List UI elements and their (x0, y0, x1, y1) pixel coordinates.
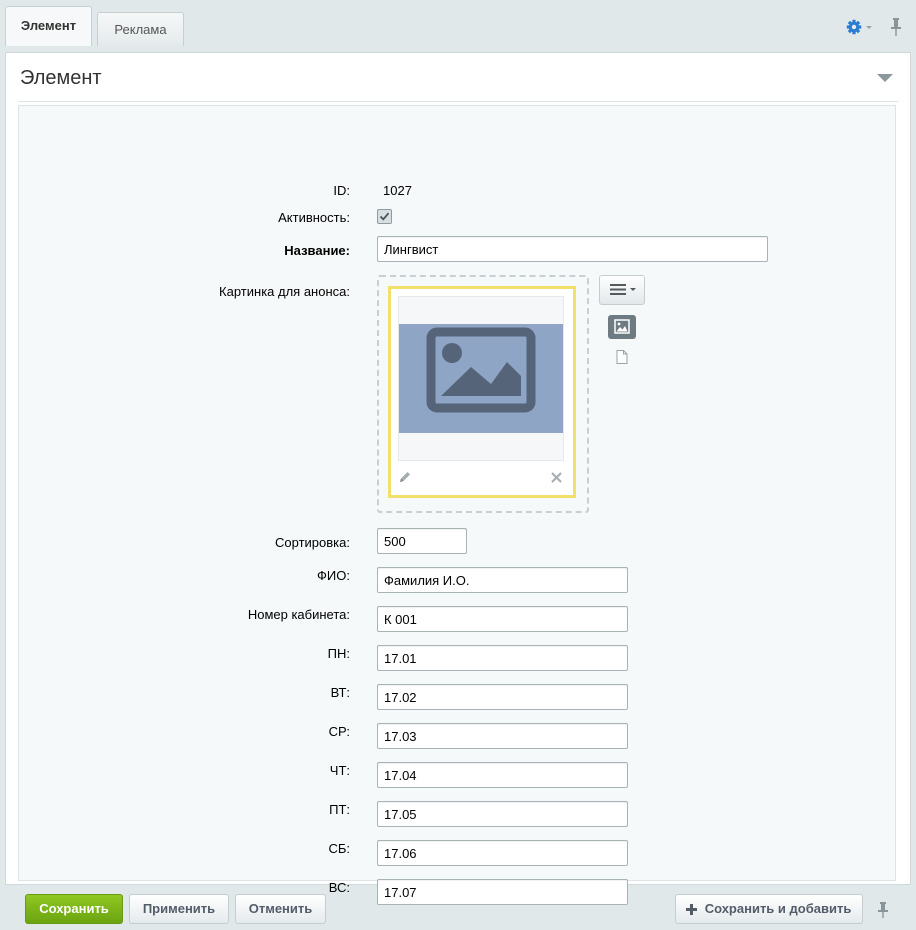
day-input-sat[interactable] (377, 840, 628, 866)
active-checkbox[interactable] (377, 209, 392, 224)
file-icon[interactable] (616, 350, 628, 364)
preview-picture-label: Картинка для анонса: (219, 284, 350, 299)
save-button[interactable]: Сохранить (25, 894, 123, 924)
day-input-tue[interactable] (377, 684, 628, 710)
divider (18, 101, 898, 102)
triangle-down-icon[interactable] (876, 72, 894, 84)
element-panel: Элемент ID: 1027 Активность: Название: К… (5, 52, 911, 905)
tab-element[interactable]: Элемент (5, 6, 92, 46)
image-placeholder (399, 324, 563, 433)
form-area: ID: 1027 Активность: Название: Картинка … (18, 105, 896, 905)
fio-label: ФИО: (317, 568, 350, 583)
name-label: Название: (284, 243, 350, 258)
day-input-wed[interactable] (377, 723, 628, 749)
day-label-thu: ЧТ: (329, 763, 350, 778)
pin-icon[interactable] (876, 901, 890, 919)
image-menu-button[interactable] (599, 275, 645, 305)
day-input-mon[interactable] (377, 645, 628, 671)
tab-bar: Элемент Реклама (0, 0, 916, 46)
sort-input[interactable] (377, 528, 467, 554)
checkmark-icon (379, 212, 390, 221)
image-preview[interactable] (398, 296, 564, 461)
image-frame (388, 286, 576, 498)
room-label: Номер кабинета: (247, 607, 350, 622)
hamburger-icon (610, 284, 636, 295)
active-label: Активность: (278, 210, 350, 225)
cancel-button[interactable]: Отменить (235, 894, 326, 924)
id-label: ID: (333, 183, 350, 198)
tab-advertising[interactable]: Реклама (97, 12, 184, 46)
close-icon[interactable] (551, 472, 562, 483)
day-label-mon: ПН: (327, 646, 350, 661)
day-label-wed: СР: (328, 724, 350, 739)
name-input[interactable] (377, 236, 768, 262)
image-drop-zone[interactable] (377, 275, 589, 513)
id-value: 1027 (383, 183, 412, 198)
room-input[interactable] (377, 606, 628, 632)
panel-title: Элемент (20, 67, 102, 89)
day-input-thu[interactable] (377, 762, 628, 788)
fio-input[interactable] (377, 567, 628, 593)
sort-label: Сортировка: (275, 535, 350, 550)
image-icon (614, 319, 630, 334)
pin-icon[interactable] (888, 17, 904, 37)
day-label-fri: ПТ: (329, 802, 350, 817)
image-mode-button[interactable] (608, 315, 636, 339)
gear-icon[interactable] (846, 18, 874, 36)
image-icon (426, 327, 536, 413)
plus-icon (686, 904, 697, 915)
pencil-icon[interactable] (398, 470, 412, 484)
day-label-sun: ВС: (328, 880, 350, 895)
save-and-add-button[interactable]: Сохранить и добавить (675, 894, 863, 924)
day-label-tue: ВТ: (330, 685, 350, 700)
apply-button[interactable]: Применить (129, 894, 229, 924)
day-label-sat: СБ: (328, 841, 350, 856)
day-input-fri[interactable] (377, 801, 628, 827)
save-and-add-label: Сохранить и добавить (704, 901, 852, 916)
day-input-sun[interactable] (377, 879, 628, 905)
